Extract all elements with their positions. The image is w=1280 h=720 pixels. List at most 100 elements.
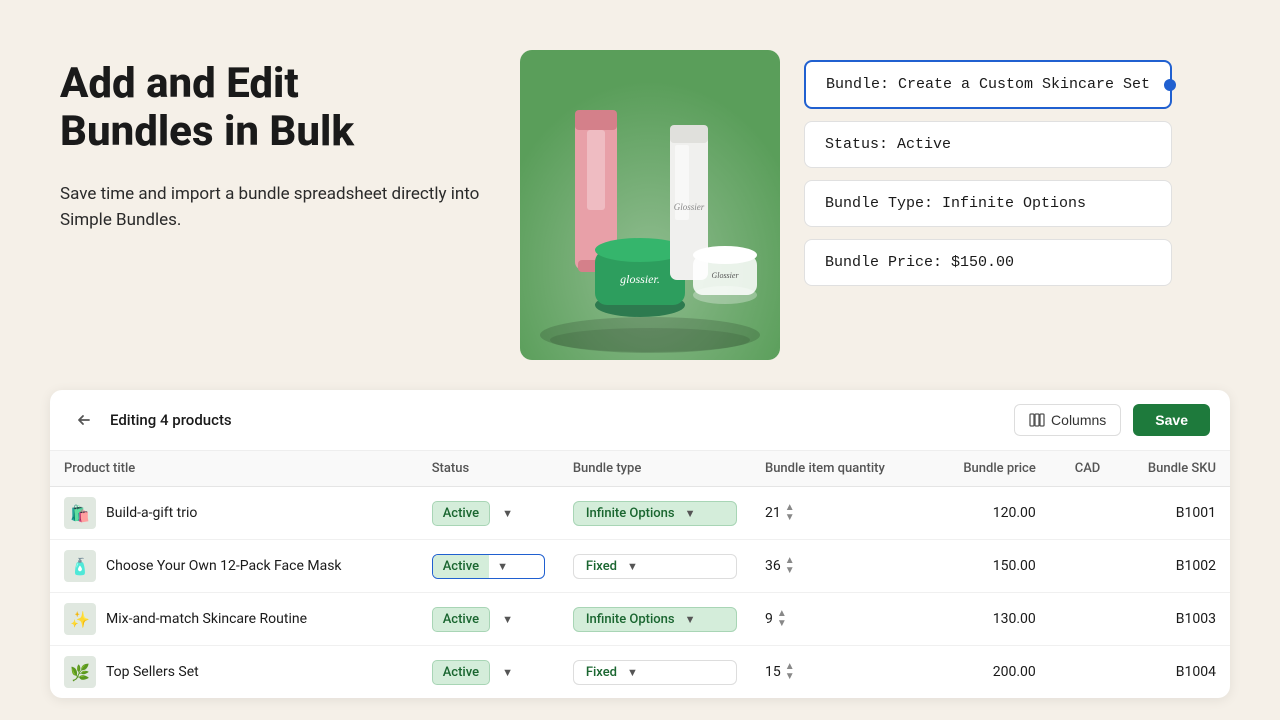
status-badge: Active (432, 607, 490, 632)
products-table: Product title Status Bundle type Bundle … (50, 451, 1230, 698)
status-select[interactable]: Active ▼ (432, 607, 545, 632)
top-section: Add and Edit Bundles in Bulk Save time a… (0, 0, 1280, 390)
qty-cell[interactable]: 9 ▲ ▼ (751, 593, 929, 646)
main-heading: Add and Edit Bundles in Bulk (60, 60, 480, 157)
type-dropdown-arrow[interactable]: ▼ (627, 560, 638, 573)
product-image: glossier. Glossier Glossier (520, 50, 780, 360)
status-cell[interactable]: Active ▼ (418, 646, 559, 699)
product-cell: 🧴 Choose Your Own 12-Pack Face Mask (64, 550, 404, 582)
status-dropdown-arrow[interactable]: ▼ (489, 556, 516, 577)
col-status: Status (418, 451, 559, 487)
cad-cell (1050, 593, 1114, 646)
type-dropdown-arrow[interactable]: ▼ (627, 666, 638, 679)
product-title-cell: 🧴 Choose Your Own 12-Pack Face Mask (50, 540, 418, 593)
table-row: 🌿 Top Sellers Set Active ▼ Fixed ▼ 15 ▲ … (50, 646, 1230, 699)
cad-cell (1050, 487, 1114, 540)
bundle-type-card: Bundle Type: Infinite Options (804, 180, 1172, 227)
product-thumb: 🛍️ (64, 497, 96, 529)
price-cell: 130.00 (929, 593, 1050, 646)
qty-value: 9 (765, 611, 773, 627)
type-select[interactable]: Infinite Options ▼ (573, 501, 737, 526)
qty-down[interactable]: ▼ (785, 672, 795, 682)
info-cards: Bundle: Create a Custom Skincare Set Sta… (804, 50, 1172, 286)
back-icon[interactable] (70, 406, 98, 434)
columns-label: Columns (1051, 412, 1106, 428)
col-bundle-price: Bundle price (929, 451, 1050, 487)
cad-cell (1050, 540, 1114, 593)
type-badge: Infinite Options (582, 504, 679, 523)
price-cell: 120.00 (929, 487, 1050, 540)
status-badge: Active (433, 555, 489, 578)
type-badge: Fixed (582, 663, 621, 682)
status-badge: Active (432, 660, 490, 685)
bundle-status-card: Status: Active (804, 121, 1172, 168)
qty-value: 21 (765, 505, 781, 521)
product-thumb: 🌿 (64, 656, 96, 688)
status-cell[interactable]: Active ▼ (418, 540, 559, 593)
bundle-type-cell[interactable]: Fixed ▼ (559, 540, 751, 593)
qty-down[interactable]: ▼ (785, 566, 795, 576)
status-dropdown-arrow[interactable]: ▼ (494, 609, 521, 630)
left-content: Add and Edit Bundles in Bulk Save time a… (60, 50, 480, 233)
editing-label: Editing 4 products (110, 411, 232, 429)
col-cad: CAD (1050, 451, 1114, 487)
qty-down[interactable]: ▼ (777, 619, 787, 629)
right-content: glossier. Glossier Glossier (520, 50, 1220, 360)
type-dropdown-arrow[interactable]: ▼ (685, 613, 696, 626)
type-badge: Fixed (582, 557, 621, 576)
col-bundle-qty: Bundle item quantity (751, 451, 929, 487)
table-toolbar: Editing 4 products Columns Save (50, 390, 1230, 451)
qty-wrapper[interactable]: 36 ▲ ▼ (765, 556, 915, 576)
qty-wrapper[interactable]: 9 ▲ ▼ (765, 609, 915, 629)
qty-wrapper[interactable]: 21 ▲ ▼ (765, 503, 915, 523)
save-button[interactable]: Save (1133, 404, 1210, 436)
product-name: Mix-and-match Skincare Routine (106, 611, 307, 627)
svg-text:glossier.: glossier. (620, 272, 660, 286)
cad-cell (1050, 646, 1114, 699)
status-cell[interactable]: Active ▼ (418, 593, 559, 646)
product-name: Choose Your Own 12-Pack Face Mask (106, 558, 342, 574)
qty-cell[interactable]: 15 ▲ ▼ (751, 646, 929, 699)
status-dropdown-arrow[interactable]: ▼ (494, 503, 521, 524)
qty-stepper[interactable]: ▲ ▼ (785, 662, 795, 682)
qty-cell[interactable]: 21 ▲ ▼ (751, 487, 929, 540)
status-select-focused[interactable]: Active ▼ (432, 554, 545, 579)
product-name: Build-a-gift trio (106, 505, 197, 521)
status-select[interactable]: Active ▼ (432, 660, 545, 685)
table-row: 🧴 Choose Your Own 12-Pack Face Mask Acti… (50, 540, 1230, 593)
table-row: 🛍️ Build-a-gift trio Active ▼ Infinite O… (50, 487, 1230, 540)
product-title-cell: 🛍️ Build-a-gift trio (50, 487, 418, 540)
qty-stepper[interactable]: ▲ ▼ (785, 556, 795, 576)
status-select[interactable]: Active ▼ (432, 501, 545, 526)
type-dropdown-arrow[interactable]: ▼ (685, 507, 696, 520)
product-thumb: ✨ (64, 603, 96, 635)
type-select[interactable]: Fixed ▼ (573, 554, 737, 579)
columns-button[interactable]: Columns (1014, 404, 1121, 436)
product-title-cell: 🌿 Top Sellers Set (50, 646, 418, 699)
bundle-status-text: Status: Active (825, 136, 951, 153)
status-dropdown-arrow[interactable]: ▼ (494, 662, 521, 683)
bundle-type-cell[interactable]: Infinite Options ▼ (559, 593, 751, 646)
type-select[interactable]: Infinite Options ▼ (573, 607, 737, 632)
status-cell[interactable]: Active ▼ (418, 487, 559, 540)
sku-cell: B1001 (1114, 487, 1230, 540)
type-select[interactable]: Fixed ▼ (573, 660, 737, 685)
sku-cell: B1003 (1114, 593, 1230, 646)
qty-stepper[interactable]: ▲ ▼ (785, 503, 795, 523)
bundle-type-cell[interactable]: Infinite Options ▼ (559, 487, 751, 540)
bundle-price-text: Bundle Price: $150.00 (825, 254, 1014, 271)
qty-down[interactable]: ▼ (785, 513, 795, 523)
qty-stepper[interactable]: ▲ ▼ (777, 609, 787, 629)
sku-cell: B1002 (1114, 540, 1230, 593)
col-bundle-type: Bundle type (559, 451, 751, 487)
bundle-type-cell[interactable]: Fixed ▼ (559, 646, 751, 699)
qty-wrapper[interactable]: 15 ▲ ▼ (765, 662, 915, 682)
bundle-name-text: Bundle: Create a Custom Skincare Set (826, 76, 1150, 93)
product-cell: ✨ Mix-and-match Skincare Routine (64, 603, 404, 635)
product-thumb: 🧴 (64, 550, 96, 582)
qty-cell[interactable]: 36 ▲ ▼ (751, 540, 929, 593)
table-section: Editing 4 products Columns Save Product … (50, 390, 1230, 698)
price-cell: 150.00 (929, 540, 1050, 593)
col-product-title: Product title (50, 451, 418, 487)
qty-value: 15 (765, 664, 781, 680)
